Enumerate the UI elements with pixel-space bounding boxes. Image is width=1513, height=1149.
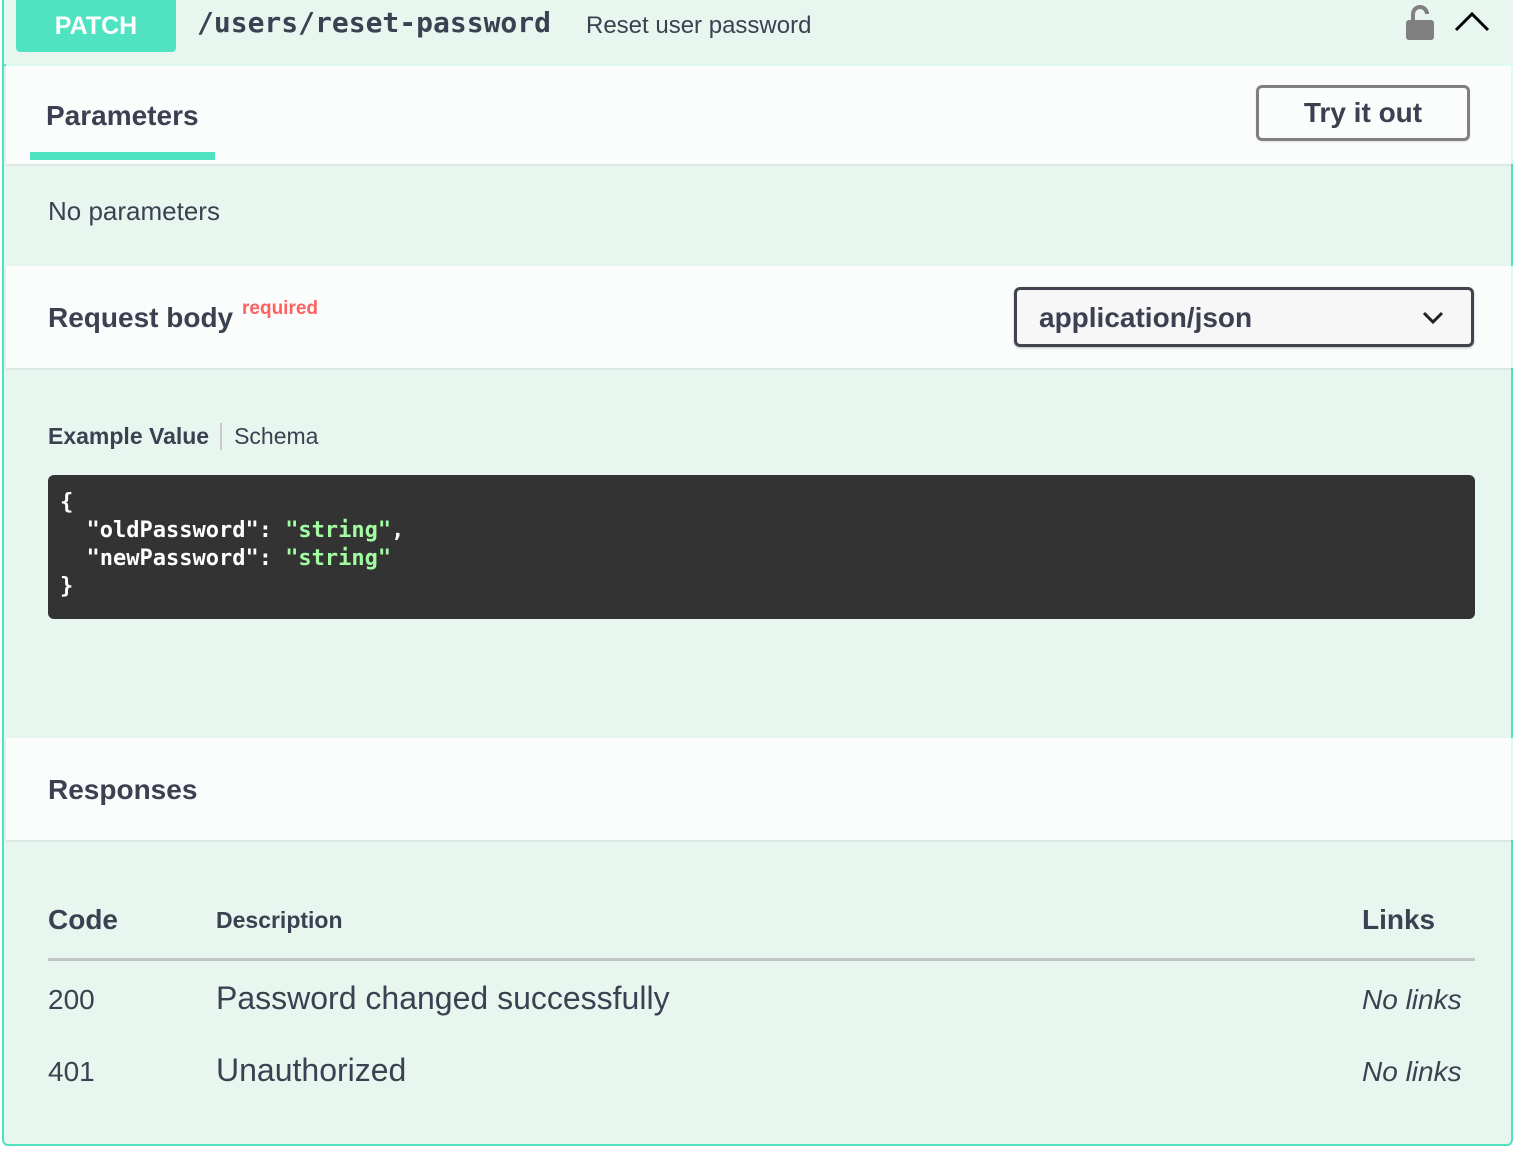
tab-active-indicator [30,152,215,160]
request-body-header: Request body required application/json [6,266,1513,368]
response-code: 401 [48,1056,95,1087]
tab-schema[interactable]: Schema [222,423,318,450]
code-key-new-password: "newPassword" [86,546,259,571]
required-badge: required [242,298,319,319]
tab-example-value[interactable]: Example Value [48,422,223,450]
parameters-header: Parameters Try it out [6,64,1513,164]
column-header-description: Description [216,907,343,933]
chevron-up-icon[interactable] [1454,8,1490,36]
column-header-code: Code [48,904,118,935]
response-code: 200 [48,984,95,1015]
content-type-value: application/json [1039,302,1253,333]
operation-summary: Reset user password [586,12,812,39]
tab-parameters-label: Parameters [46,100,199,131]
request-body-title: Request body [48,302,234,333]
example-schema-tabs: Example Value Schema [48,420,318,452]
responses-header: Responses [6,738,1513,840]
try-it-out-button[interactable]: Try it out [1256,85,1470,141]
table-row: 200 Password changed successfully No lin… [4,980,1513,1040]
response-links: No links [1362,1056,1462,1087]
no-parameters-text: No parameters [48,196,220,226]
method-badge: PATCH [16,0,176,52]
content-type-select[interactable]: application/json [1014,287,1474,347]
example-code-block: { "oldPassword": "string", "newPassword"… [48,475,1475,619]
table-row: 401 Unauthorized No links [4,1052,1513,1112]
response-description: Unauthorized [216,1052,407,1088]
table-header-divider [48,958,1475,961]
operation-summary-bar[interactable]: PATCH /users/reset-password Reset user p… [4,0,1513,66]
tab-parameters[interactable]: Parameters [30,64,215,164]
code-brace-open: { [60,490,74,515]
operation-path: /users/reset-password [197,6,552,39]
code-key-old-password: "oldPassword" [86,518,259,543]
operation-block: PATCH /users/reset-password Reset user p… [2,0,1513,1146]
response-description: Password changed successfully [216,980,670,1016]
column-header-links: Links [1362,904,1436,935]
code-brace-close: } [60,574,74,599]
response-links: No links [1362,984,1462,1015]
code-value-new-password: "string" [285,546,392,571]
chevron-down-icon [1422,311,1444,325]
lock-open-icon[interactable] [1404,4,1436,40]
responses-title: Responses [48,774,198,805]
code-value-old-password: "string" [285,518,392,543]
